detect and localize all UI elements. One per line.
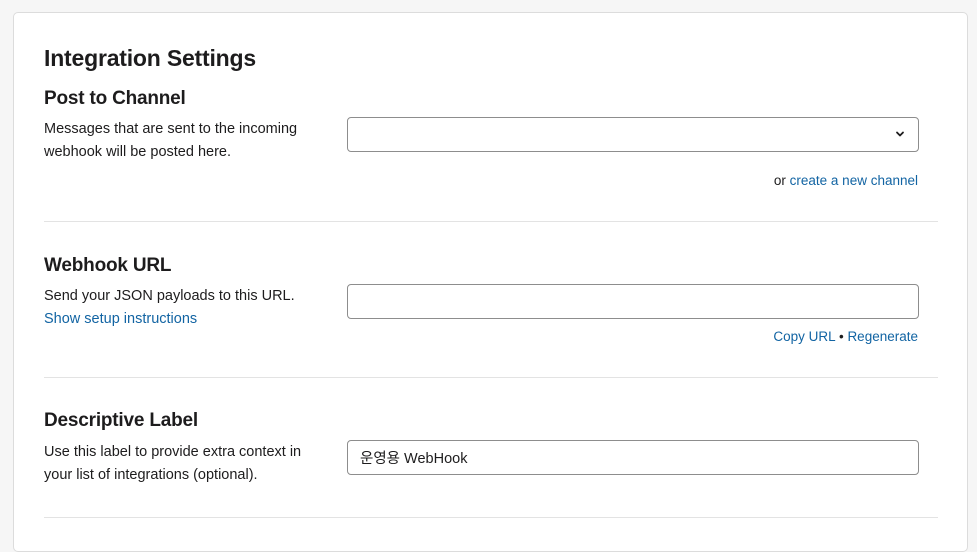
descriptive-label-field[interactable] <box>347 440 919 475</box>
channel-select[interactable] <box>347 117 919 152</box>
section-divider <box>44 517 938 518</box>
webhook-url-input[interactable] <box>348 285 918 318</box>
chevron-down-icon <box>896 131 904 137</box>
webhook-url-field[interactable] <box>347 284 919 319</box>
regenerate-link[interactable]: Regenerate <box>847 329 918 344</box>
integration-settings-card: Integration Settings Post to Channel Mes… <box>13 12 968 552</box>
section-divider <box>44 377 938 378</box>
actions-separator: • <box>838 329 844 344</box>
create-channel-prefix: or <box>773 173 786 188</box>
descriptive-label-description: Use this label to provide extra context … <box>44 444 302 483</box>
page-title: Integration Settings <box>44 45 256 71</box>
webhook-url-heading: Webhook URL <box>44 255 172 276</box>
descriptive-label-heading: Descriptive Label <box>44 410 198 431</box>
show-setup-instructions-link[interactable]: Show setup instructions <box>44 311 197 327</box>
webhook-url-description-block: Send your JSON payloads to this URL. Sho… <box>44 285 319 331</box>
section-divider <box>44 221 938 222</box>
create-channel-link[interactable]: create a new channel <box>790 173 918 188</box>
copy-url-link[interactable]: Copy URL <box>773 329 835 344</box>
webhook-url-description: Send your JSON payloads to this URL. <box>44 288 295 304</box>
post-to-channel-description: Messages that are sent to the incoming w… <box>44 121 298 160</box>
descriptive-label-input[interactable] <box>348 441 918 474</box>
webhook-url-actions: Copy URL • Regenerate <box>773 329 918 344</box>
create-channel-row: or create a new channel <box>774 173 918 188</box>
channel-select-value[interactable] <box>348 118 918 151</box>
post-to-channel-heading: Post to Channel <box>44 88 186 109</box>
